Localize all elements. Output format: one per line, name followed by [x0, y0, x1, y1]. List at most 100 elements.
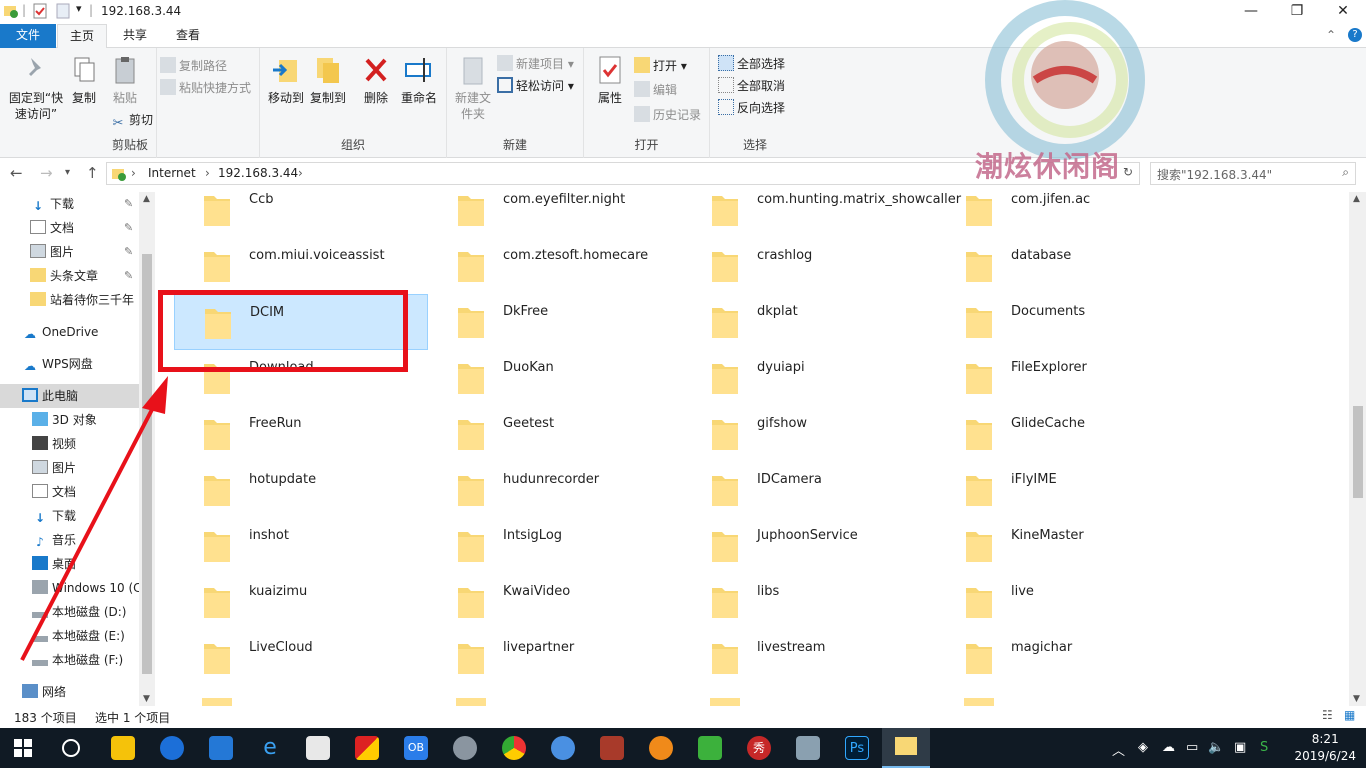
folder-item[interactable]: IDCamera: [682, 462, 936, 518]
nav-drive-d[interactable]: 本地磁盘 (D:): [32, 600, 155, 624]
nav-quick-headline[interactable]: 头条文章 ✎: [30, 264, 155, 288]
paste-button[interactable]: 粘贴: [106, 54, 144, 106]
network-tray-icon[interactable]: ▣: [1234, 740, 1246, 755]
minimize-button[interactable]: —: [1228, 0, 1274, 24]
folder-item[interactable]: livestream: [682, 630, 936, 686]
folder-item[interactable]: GlideCache: [936, 406, 1190, 462]
nav-network[interactable]: 网络: [22, 680, 155, 704]
nav-onedrive[interactable]: ☁ OneDrive: [22, 320, 155, 344]
scroll-up-icon[interactable]: ▲: [143, 194, 150, 204]
scroll-up-icon[interactable]: ▲: [1353, 194, 1360, 204]
xiu-app-icon[interactable]: 秀: [747, 736, 771, 760]
feather-app-icon[interactable]: [160, 736, 184, 760]
folder-item[interactable]: Geetest: [428, 406, 682, 462]
history-button[interactable]: 历史记录: [634, 105, 701, 125]
folder-item[interactable]: KwaiVideo: [428, 574, 682, 630]
nav-desktop[interactable]: 桌面: [32, 552, 155, 576]
folder-item[interactable]: live: [936, 574, 1190, 630]
game-app-icon[interactable]: [600, 736, 624, 760]
folder-item[interactable]: inshot: [174, 518, 428, 574]
folder-item[interactable]: dkplat: [682, 294, 936, 350]
360-tray-icon[interactable]: S: [1260, 740, 1268, 755]
cat-app-icon[interactable]: [453, 736, 477, 760]
folder-item[interactable]: hotupdate: [174, 462, 428, 518]
nav-wps[interactable]: ☁ WPS网盘: [22, 352, 155, 376]
nav-this-pc[interactable]: 此电脑: [0, 384, 140, 408]
photoshop-icon[interactable]: Ps: [845, 736, 869, 760]
cortana-icon[interactable]: [62, 739, 80, 757]
scroll-down-icon[interactable]: ▼: [1353, 694, 1360, 704]
close-button[interactable]: ✕: [1320, 0, 1366, 24]
battery-icon[interactable]: ▭: [1186, 740, 1198, 755]
tray-cloud-icon[interactable]: ☁: [1162, 740, 1175, 755]
customize-toolbar-icon[interactable]: ▾: [76, 2, 82, 15]
qq-icon[interactable]: [111, 736, 135, 760]
tab-file[interactable]: 文件: [0, 24, 56, 48]
forward-arrow-icon[interactable]: →: [40, 164, 53, 182]
breadcrumb-internet[interactable]: Internet: [148, 166, 196, 180]
properties-quick-icon[interactable]: [32, 3, 48, 19]
easy-access-button[interactable]: 轻松访问 ▾: [497, 76, 574, 96]
folder-item[interactable]: Documents: [936, 294, 1190, 350]
nav-quick-folder[interactable]: 站着待你三千年: [30, 288, 140, 312]
folder-item[interactable]: gifshow: [682, 406, 936, 462]
content-scrollbar[interactable]: ▲ ▼: [1349, 192, 1366, 706]
folder-item[interactable]: Ccb: [174, 192, 428, 238]
nav-drive-f[interactable]: 本地磁盘 (F:): [32, 648, 155, 672]
folder-item[interactable]: magichar: [936, 630, 1190, 686]
move-to-button[interactable]: 移动到: [266, 54, 306, 106]
folder-item[interactable]: com.hunting.matrix_showcaller: [682, 192, 961, 238]
explorer-taskbar-button[interactable]: [882, 728, 930, 768]
content-scroll-thumb[interactable]: [1353, 406, 1363, 498]
folder-item[interactable]: KineMaster: [936, 518, 1190, 574]
new-item-button[interactable]: 新建项目 ▾: [497, 54, 574, 74]
folder-item[interactable]: DkFree: [428, 294, 682, 350]
folder-item[interactable]: FileExplorer: [936, 350, 1190, 406]
recent-locations-icon[interactable]: ▾: [65, 167, 70, 178]
volume-icon[interactable]: 🔈: [1208, 740, 1224, 755]
scroll-down-icon[interactable]: ▼: [143, 694, 150, 704]
tab-view[interactable]: 查看: [164, 24, 212, 48]
new-folder-button[interactable]: 新建文件夹: [453, 54, 493, 122]
nav-music[interactable]: ♪ 音乐: [32, 528, 155, 552]
tab-share[interactable]: 共享: [110, 24, 160, 48]
colorful-app-icon[interactable]: [355, 736, 379, 760]
maximize-button[interactable]: ❐: [1274, 0, 1320, 24]
open-button[interactable]: 打开 ▾: [634, 56, 687, 76]
breadcrumb-host[interactable]: 192.168.3.44: [218, 166, 298, 180]
tray-app-icon[interactable]: ◈: [1138, 740, 1148, 755]
edit-button[interactable]: 编辑: [634, 80, 677, 100]
nav-quick-pictures[interactable]: 图片 ✎: [30, 240, 155, 264]
cut-button[interactable]: ✂ 剪切: [110, 110, 153, 131]
nav-scroll-thumb[interactable]: [142, 254, 152, 674]
select-all-button[interactable]: 全部选择: [718, 54, 785, 74]
tab-home[interactable]: 主页: [57, 24, 107, 49]
details-view-icon[interactable]: ☷: [1322, 708, 1333, 722]
nav-scrollbar[interactable]: ▲ ▼: [139, 192, 155, 706]
folder-item[interactable]: dyuiapi: [682, 350, 936, 406]
folder-item[interactable]: com.jifen.ac: [936, 192, 1190, 238]
folder-item[interactable]: kuaizimu: [174, 574, 428, 630]
baidu-netdisk-icon[interactable]: [551, 736, 575, 760]
edge-icon[interactable]: e: [258, 736, 282, 760]
invert-selection-button[interactable]: 反向选择: [718, 98, 785, 118]
folder-item[interactable]: hudunrecorder: [428, 462, 682, 518]
show-hidden-icons-icon[interactable]: ︿: [1112, 740, 1125, 759]
copy-to-button[interactable]: 复制到: [308, 54, 348, 106]
nav-quick-downloads[interactable]: ↓ 下载 ✎: [30, 192, 155, 216]
help-icon[interactable]: ?: [1348, 28, 1362, 42]
folder-item[interactable]: com.miui.voiceassist: [174, 238, 428, 294]
up-arrow-icon[interactable]: ↑: [86, 164, 99, 182]
folder-item[interactable]: DuoKan: [428, 350, 682, 406]
properties-button[interactable]: 属性: [592, 54, 628, 106]
select-none-button[interactable]: 全部取消: [718, 76, 785, 96]
nav-downloads[interactable]: ↓ 下载: [32, 504, 155, 528]
clock[interactable]: 8:21 2019/6/24: [1294, 731, 1356, 765]
camtasia-icon[interactable]: [698, 736, 722, 760]
windows-start-icon[interactable]: [14, 739, 32, 757]
search-input[interactable]: 搜索"192.168.3.44" ⌕: [1150, 162, 1356, 185]
ob-app-icon[interactable]: OB: [404, 736, 428, 760]
folder-item[interactable]: IntsigLog: [428, 518, 682, 574]
copy-button[interactable]: 复制: [66, 54, 102, 106]
folder-item[interactable]: crashlog: [682, 238, 936, 294]
